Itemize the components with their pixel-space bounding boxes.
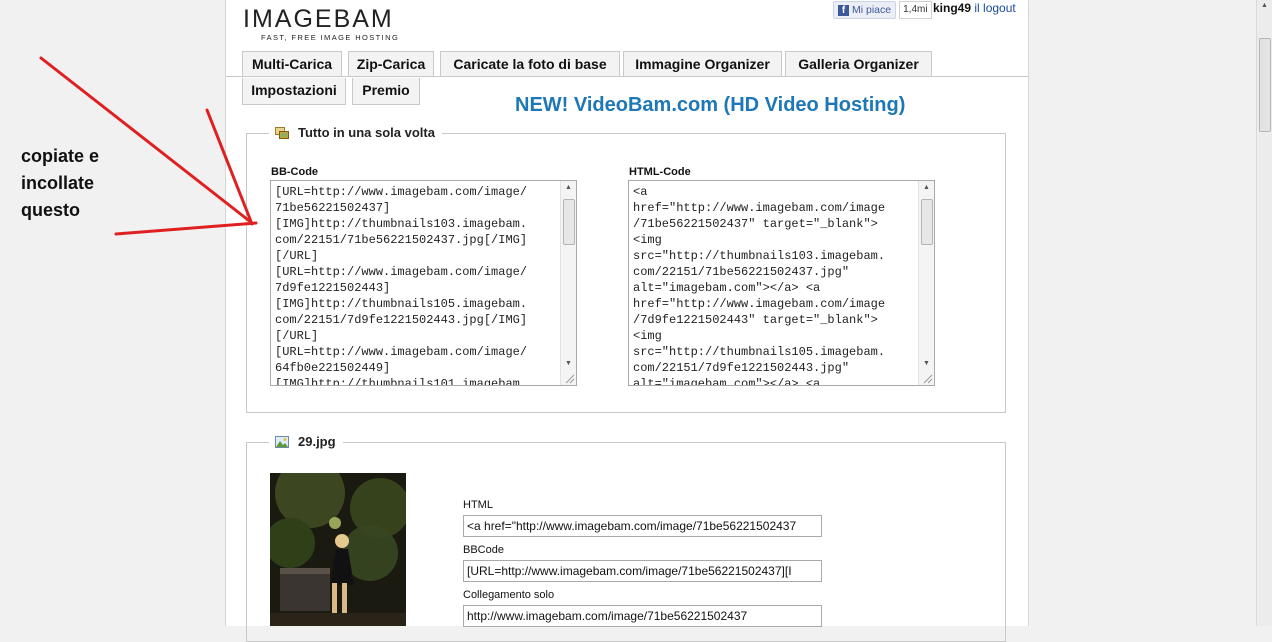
window-scroll-up-icon[interactable]: ▲	[1257, 2, 1272, 9]
window-scrollbar-thumb[interactable]	[1259, 38, 1271, 132]
window-scrollbar[interactable]: ▲	[1256, 0, 1272, 626]
annotation-arrows-icon	[39, 56, 258, 236]
